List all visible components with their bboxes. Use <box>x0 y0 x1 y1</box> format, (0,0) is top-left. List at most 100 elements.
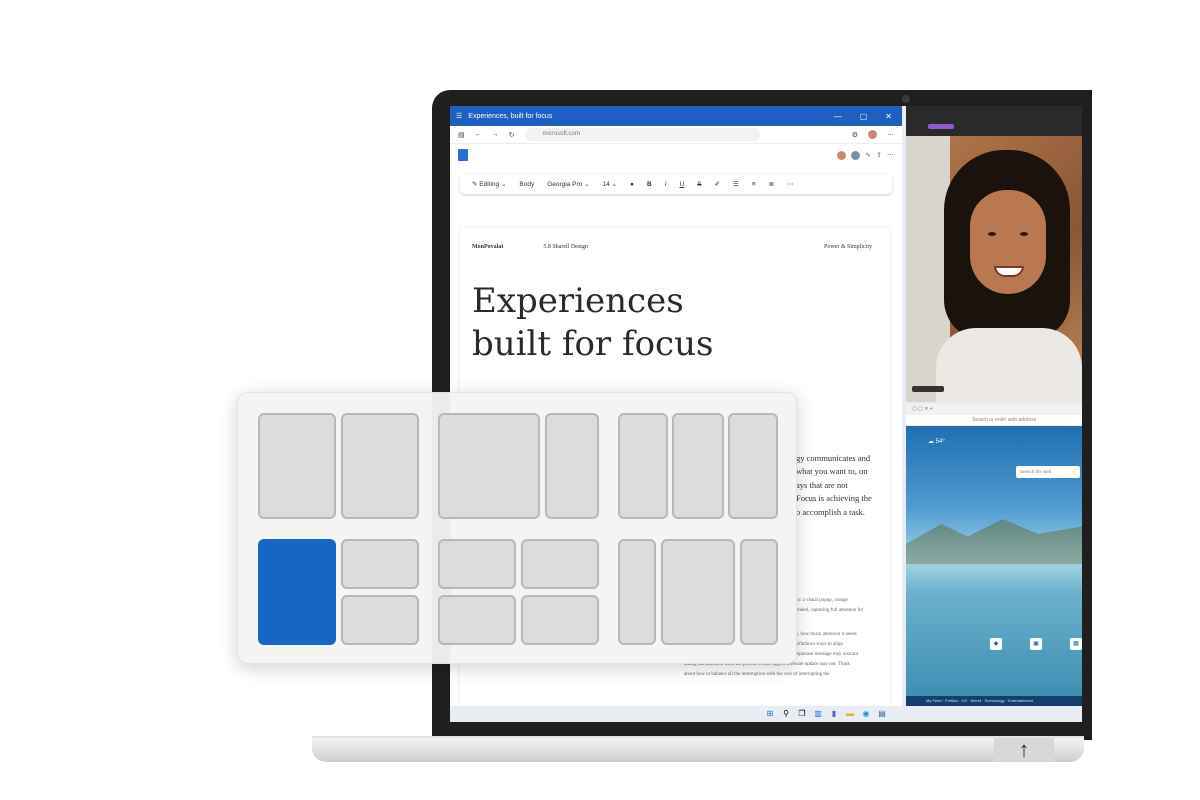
weather-widget[interactable]: ☁ 54° <box>928 438 945 445</box>
style-dropdown[interactable]: Body <box>519 181 534 188</box>
person-face <box>970 190 1046 294</box>
header-right: Power & Simplicity <box>824 244 872 250</box>
store-icon[interactable]: ▤ <box>877 709 887 719</box>
taskbar: ⊞ ⚲ ❐ ▥ ▮ ▬ ◉ ▤ <box>450 706 1082 722</box>
snap-zone[interactable] <box>618 413 668 519</box>
snap-zone[interactable] <box>728 413 778 519</box>
explorer-icon[interactable]: ▬ <box>845 709 855 719</box>
quick-link-tile[interactable]: ◆ <box>990 638 1002 650</box>
person-shirt <box>936 328 1082 402</box>
headline-line: built for focus <box>472 324 714 364</box>
font-dropdown[interactable]: Georgia Pro ⌄ <box>547 180 589 188</box>
landscape-hills <box>906 519 1082 564</box>
edge-window[interactable]: ▢ ▢ ✕ + Search or enter web address ☁ 54… <box>906 404 1082 706</box>
size-dropdown[interactable]: 14 ⌄ <box>603 180 618 188</box>
page-header: MonPovalat 5.8 Sharell Design Power & Si… <box>472 244 872 250</box>
body-line: o accomplish a task. <box>796 506 865 517</box>
window-title: Experiences, built for focus <box>468 112 553 120</box>
more-icon[interactable]: ⋯ <box>887 151 894 159</box>
weather-temp: 54° <box>935 439 945 445</box>
new-tab-background: ☁ 54° Search the web ◆ ▣ ▦ <box>906 426 1082 696</box>
address-bar-row: ▤ ← → ↻ microsoft.com ⚙ ⋯ <box>450 126 902 144</box>
up-arrow-icon: ↑ <box>994 737 1054 762</box>
editing-mode-dropdown[interactable]: ✎ Editing ⌄ <box>472 180 506 188</box>
quick-links: ◆ ▣ ▦ <box>990 638 1082 650</box>
header-mid: 5.8 Sharell Design <box>543 244 588 250</box>
numbering-icon[interactable]: ≡ <box>752 181 756 188</box>
font-label: Georgia Pro <box>547 181 583 188</box>
page-title: Experiences built for focus <box>472 280 832 366</box>
person-eye <box>988 232 996 236</box>
edge-address-bar[interactable]: Search or enter web address <box>906 415 1082 426</box>
small-line: about how to balance all the interruptio… <box>684 672 830 677</box>
strikethrough-button[interactable]: S <box>697 181 701 188</box>
italic-button[interactable]: I <box>665 181 667 188</box>
headline-line: Experiences <box>472 281 684 321</box>
snap-zone[interactable] <box>341 413 419 519</box>
activity-icon[interactable]: ∿ <box>865 151 871 159</box>
collaborator-avatar[interactable] <box>837 150 847 160</box>
body-line: Focus is achieving the <box>796 493 872 504</box>
close-button[interactable]: ✕ <box>885 112 892 121</box>
search-icon[interactable]: ⚲ <box>781 709 791 719</box>
snap-zone-active[interactable] <box>258 539 336 645</box>
align-icon[interactable]: ≣ <box>769 180 774 188</box>
tabs-icon[interactable]: ▤ <box>458 131 465 139</box>
document-bar: ∿ ⇪ ⋯ <box>450 144 902 166</box>
bullets-icon[interactable]: ☰ <box>733 180 739 188</box>
back-icon[interactable]: ← <box>475 131 482 138</box>
snap-zone[interactable] <box>618 539 656 645</box>
snap-zone[interactable] <box>521 539 599 589</box>
snap-zone[interactable] <box>341 539 419 589</box>
snap-zone[interactable] <box>521 595 599 645</box>
snap-zone[interactable] <box>438 595 516 645</box>
snap-zone[interactable] <box>438 413 540 519</box>
person-eye <box>1020 232 1028 236</box>
profile-avatar[interactable] <box>868 130 877 139</box>
call-badge <box>928 124 954 129</box>
widgets-icon[interactable]: ▥ <box>813 709 823 719</box>
forward-icon[interactable]: → <box>492 131 499 138</box>
minimize-button[interactable]: — <box>834 112 842 121</box>
web-search-box[interactable]: Search the web <box>1016 466 1080 478</box>
snap-zone[interactable] <box>672 413 724 519</box>
snap-zone[interactable] <box>740 539 778 645</box>
url-field[interactable]: microsoft.com <box>524 128 760 141</box>
bold-button[interactable]: B <box>647 181 652 188</box>
edge-icon[interactable]: ◉ <box>861 709 871 719</box>
taskview-icon[interactable]: ❐ <box>797 709 807 719</box>
color-icon[interactable]: ● <box>630 181 634 188</box>
snap-zone[interactable] <box>341 595 419 645</box>
editing-mode-label: Editing <box>479 181 500 188</box>
quick-link-tile[interactable]: ▦ <box>1070 638 1082 650</box>
word-icon <box>458 149 468 161</box>
quick-link-tile[interactable]: ▣ <box>1030 638 1042 650</box>
video-header <box>906 106 1082 136</box>
title-bar[interactable]: ☰ Experiences, built for focus — ▢ ✕ <box>450 106 902 126</box>
refresh-icon[interactable]: ↻ <box>509 131 515 139</box>
body-line: what you want to, on <box>796 466 868 477</box>
maximize-button[interactable]: ▢ <box>860 112 868 121</box>
more-icon[interactable]: ⋯ <box>887 131 894 139</box>
linkedin-icon: ▣ <box>1033 641 1039 647</box>
snap-zone[interactable] <box>661 539 735 645</box>
teams-icon[interactable]: ▮ <box>829 709 839 719</box>
participant-name-chip <box>912 386 944 392</box>
share-icon[interactable]: ⇪ <box>876 151 882 159</box>
snap-zone[interactable] <box>438 539 516 589</box>
edge-tab-strip[interactable]: ▢ ▢ ✕ + <box>906 404 1082 415</box>
extensions-icon[interactable]: ⚙ <box>852 131 858 139</box>
app-menu-icon[interactable]: ☰ <box>456 112 462 120</box>
body-paragraph: gy communicates and what you want to, on… <box>796 452 880 519</box>
body-line: ays that are not <box>796 479 848 490</box>
underline-button[interactable]: U <box>680 181 685 188</box>
highlight-icon[interactable]: ✐ <box>715 180 720 188</box>
windows-icon[interactable]: ⊞ <box>765 709 775 719</box>
more-icon[interactable]: ⋯ <box>787 180 794 188</box>
formatting-toolbar: ✎ Editing ⌄ Body Georgia Pro ⌄ 14 ⌄ ● B … <box>460 174 892 194</box>
snap-zone[interactable] <box>545 413 599 519</box>
snap-zone[interactable] <box>258 413 336 519</box>
video-call-window[interactable] <box>906 106 1082 402</box>
news-feed-bar[interactable]: My Feed · Politics · US · World · Techno… <box>906 696 1082 706</box>
collaborator-avatar[interactable] <box>851 150 861 160</box>
